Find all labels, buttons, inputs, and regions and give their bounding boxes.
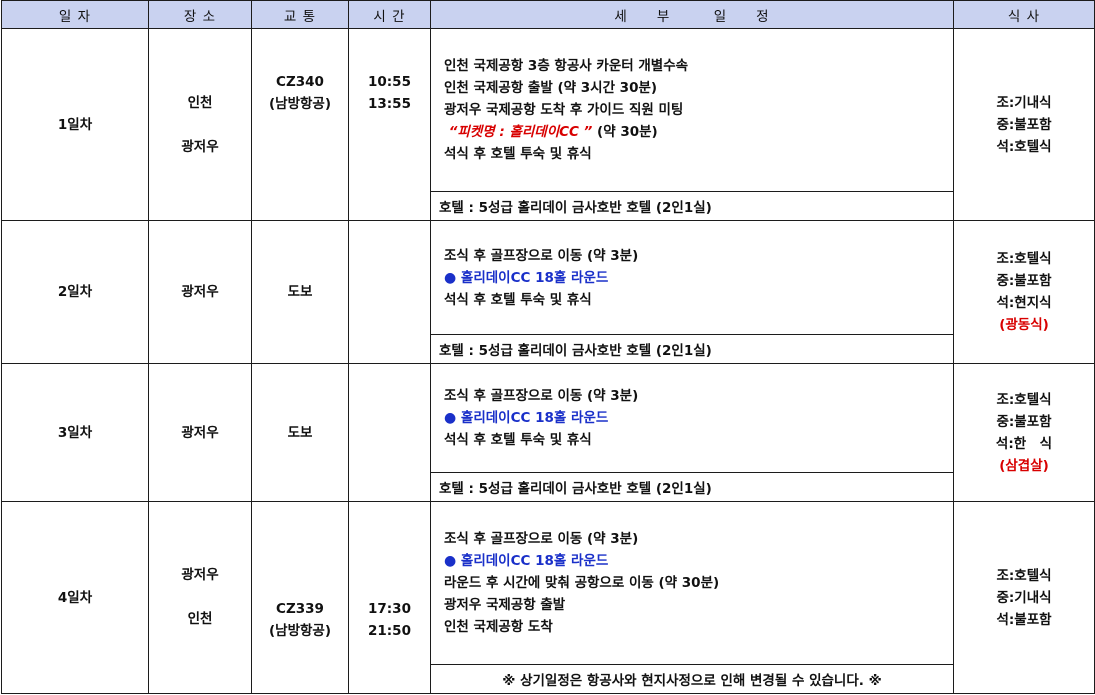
picket-duration: (약 30분) <box>592 124 658 140</box>
hotel-info: 호텔 : 5성급 홀리데이 금사호반 호텔 (2인1실) <box>439 481 712 497</box>
header-detail-schedule: 세 부 일 정 <box>430 0 954 29</box>
plan-line: ● 홀리데이CC 18홀 라운드 <box>444 267 954 289</box>
header-place: 장 소 <box>148 0 252 29</box>
table-row-day2: 2일차 광저우 도보 조식 후 골프장으로 이동 (약 3분) ● 홀리데이CC… <box>1 220 1095 364</box>
plan-line: 인천 국제공항 출발 (약 3시간 30분) <box>444 80 658 96</box>
plan-line: 인천 국제공항 3층 항공사 카운터 개별수속 <box>444 58 689 74</box>
transport-cell: CZ339 (남방항공) <box>251 501 349 694</box>
place-cell: 광저우 <box>148 220 252 364</box>
transport-mode: 도보 <box>287 424 313 441</box>
header-time: 시 간 <box>348 0 431 29</box>
table-row-day4: 4일차 광저우 인천 CZ339 (남방항공) 17:30 21:50 조식 후… <box>1 501 1095 694</box>
day-label: 1일차 <box>1 28 149 221</box>
plan-cell: 조식 후 골프장으로 이동 (약 3분) ● 홀리데이CC 18홀 라운드 라운… <box>430 501 954 694</box>
meal-breakfast: 조:기내식 <box>996 94 1052 111</box>
meal-dinner: 석:호텔식 <box>996 138 1052 155</box>
flight-number: CZ340 <box>276 74 324 90</box>
table-row-day1: 1일차 인천 광저우 CZ340 (남방항공) 10:55 13:55 인천 국… <box>1 28 1095 221</box>
picket-name-text: “피켓명 : 홀리데이CC ” <box>448 124 593 140</box>
place-name: 인천 <box>187 611 213 627</box>
meal-cell: 조:호텔식 중:불포함 석:한 식 (삼겹살) <box>953 363 1095 502</box>
meal-lunch: 중:기내식 <box>996 589 1052 606</box>
plan-line: 광저우 국제공항 도착 후 가이드 직원 미팅 <box>444 102 684 118</box>
header-row: 일 자 장 소 교 통 시 간 세 부 일 정 식 사 <box>1 0 1095 29</box>
plan-line: ● 홀리데이CC 18홀 라운드 <box>444 407 954 429</box>
time-cell <box>348 363 431 502</box>
place-name: 광저우 <box>181 138 219 155</box>
plan-lines: 조식 후 골프장으로 이동 (약 3분) ● 홀리데이CC 18홀 라운드 석식… <box>431 221 954 335</box>
itinerary-table: 일 자 장 소 교 통 시 간 세 부 일 정 식 사 1일차 인천 광저우 C… <box>1 0 1095 694</box>
transport-cell: 도보 <box>251 363 349 502</box>
meal-cell: 조:호텔식 중:불포함 석:현지식 (광동식) <box>953 220 1095 364</box>
round-text: 홀리데이CC 18홀 라운드 <box>460 410 609 426</box>
hotel-info: 호텔 : 5성급 홀리데이 금사호반 호텔 (2인1실) <box>439 343 712 359</box>
bullet-icon: ● <box>444 269 457 286</box>
plan-line: 조식 후 골프장으로 이동 (약 3분) <box>444 388 639 404</box>
meal-breakfast: 조:호텔식 <box>996 251 1052 267</box>
table-row-day3: 3일차 광저우 도보 조식 후 골프장으로 이동 (약 3분) ● 홀리데이CC… <box>1 363 1095 502</box>
plan-lines: 조식 후 골프장으로 이동 (약 3분) ● 홀리데이CC 18홀 라운드 라운… <box>431 502 954 665</box>
place-name: 인천 <box>187 94 213 111</box>
arrival-time: 21:50 <box>368 623 411 639</box>
plan-cell: 조식 후 골프장으로 이동 (약 3분) ● 홀리데이CC 18홀 라운드 석식… <box>430 363 954 502</box>
plan-line: 조식 후 골프장으로 이동 (약 3분) <box>444 531 639 547</box>
arrival-time: 13:55 <box>368 96 411 112</box>
departure-time: 17:30 <box>368 601 411 617</box>
meal-lunch: 중:불포함 <box>996 273 1052 289</box>
day-label: 3일차 <box>1 363 149 502</box>
plan-lines: 조식 후 골프장으로 이동 (약 3분) ● 홀리데이CC 18홀 라운드 석식… <box>431 364 954 473</box>
meal-cell: 조:기내식 중:불포함 석:호텔식 <box>953 28 1095 221</box>
round-text: 홀리데이CC 18홀 라운드 <box>460 269 609 286</box>
meal-lunch: 중:불포함 <box>996 413 1052 430</box>
round-text: 홀리데이CC 18홀 라운드 <box>460 553 609 569</box>
plan-line: 라운드 후 시간에 맞춰 공항으로 이동 (약 30분) <box>444 575 720 591</box>
place-name: 광저우 <box>181 424 219 441</box>
place-cell: 광저우 인천 <box>148 501 252 694</box>
plan-line: 인천 국제공항 도착 <box>444 619 553 635</box>
plan-line: 석식 후 호텔 투숙 및 휴식 <box>444 291 592 308</box>
meal-cell: 조:호텔식 중:기내식 석:불포함 <box>953 501 1095 694</box>
meal-breakfast: 조:호텔식 <box>996 567 1052 584</box>
transport-cell: CZ340 (남방항공) <box>251 28 349 221</box>
plan-line: “피켓명 : 홀리데이CC ” (약 30분) <box>444 121 954 143</box>
meal-lunch: 중:불포함 <box>996 116 1052 133</box>
place-name: 광저우 <box>181 567 219 583</box>
meal-dinner: 석:현지식 <box>996 295 1052 311</box>
day-label: 2일차 <box>1 220 149 364</box>
departure-time: 10:55 <box>368 74 411 90</box>
time-cell <box>348 220 431 364</box>
plan-line: 석식 후 호텔 투숙 및 휴식 <box>444 432 592 448</box>
flight-number: CZ339 <box>276 601 324 617</box>
meal-breakfast: 조:호텔식 <box>996 391 1052 408</box>
time-cell: 17:30 21:50 <box>348 501 431 694</box>
header-day: 일 자 <box>1 0 149 29</box>
place-cell: 광저우 <box>148 363 252 502</box>
meal-dinner: 석:한 식 <box>995 435 1053 452</box>
plan-cell: 조식 후 골프장으로 이동 (약 3분) ● 홀리데이CC 18홀 라운드 석식… <box>430 220 954 364</box>
header-transport: 교 통 <box>251 0 349 29</box>
schedule-notice: ※ 상기일정은 항공사와 현지사정으로 인해 변경될 수 있습니다. ※ <box>502 673 882 689</box>
plan-lines: 인천 국제공항 3층 항공사 카운터 개별수속 인천 국제공항 출발 (약 3시… <box>431 29 954 192</box>
header-meal: 식 사 <box>953 0 1095 29</box>
transport-cell: 도보 <box>251 220 349 364</box>
transport-mode: 도보 <box>287 284 313 300</box>
plan-line: ● 홀리데이CC 18홀 라운드 <box>444 550 954 572</box>
hotel-info: 호텔 : 5성급 홀리데이 금사호반 호텔 (2인1실) <box>439 200 712 216</box>
time-cell: 10:55 13:55 <box>348 28 431 221</box>
meal-dinner: 석:불포함 <box>996 611 1052 628</box>
plan-cell: 인천 국제공항 3층 항공사 카운터 개별수속 인천 국제공항 출발 (약 3시… <box>430 28 954 221</box>
plan-line: 조식 후 골프장으로 이동 (약 3분) <box>444 247 639 264</box>
airline-name: (남방항공) <box>268 623 332 639</box>
bullet-icon: ● <box>444 553 457 569</box>
place-cell: 인천 광저우 <box>148 28 252 221</box>
meal-note: (광동식) <box>999 317 1049 333</box>
plan-line: 광저우 국제공항 출발 <box>444 597 566 613</box>
bullet-icon: ● <box>444 410 457 426</box>
plan-line: 석식 후 호텔 투숙 및 휴식 <box>444 146 592 162</box>
day-label: 4일차 <box>1 501 149 694</box>
meal-note: (삼겹살) <box>999 457 1049 474</box>
place-name: 광저우 <box>181 284 219 300</box>
airline-name: (남방항공) <box>268 96 332 112</box>
